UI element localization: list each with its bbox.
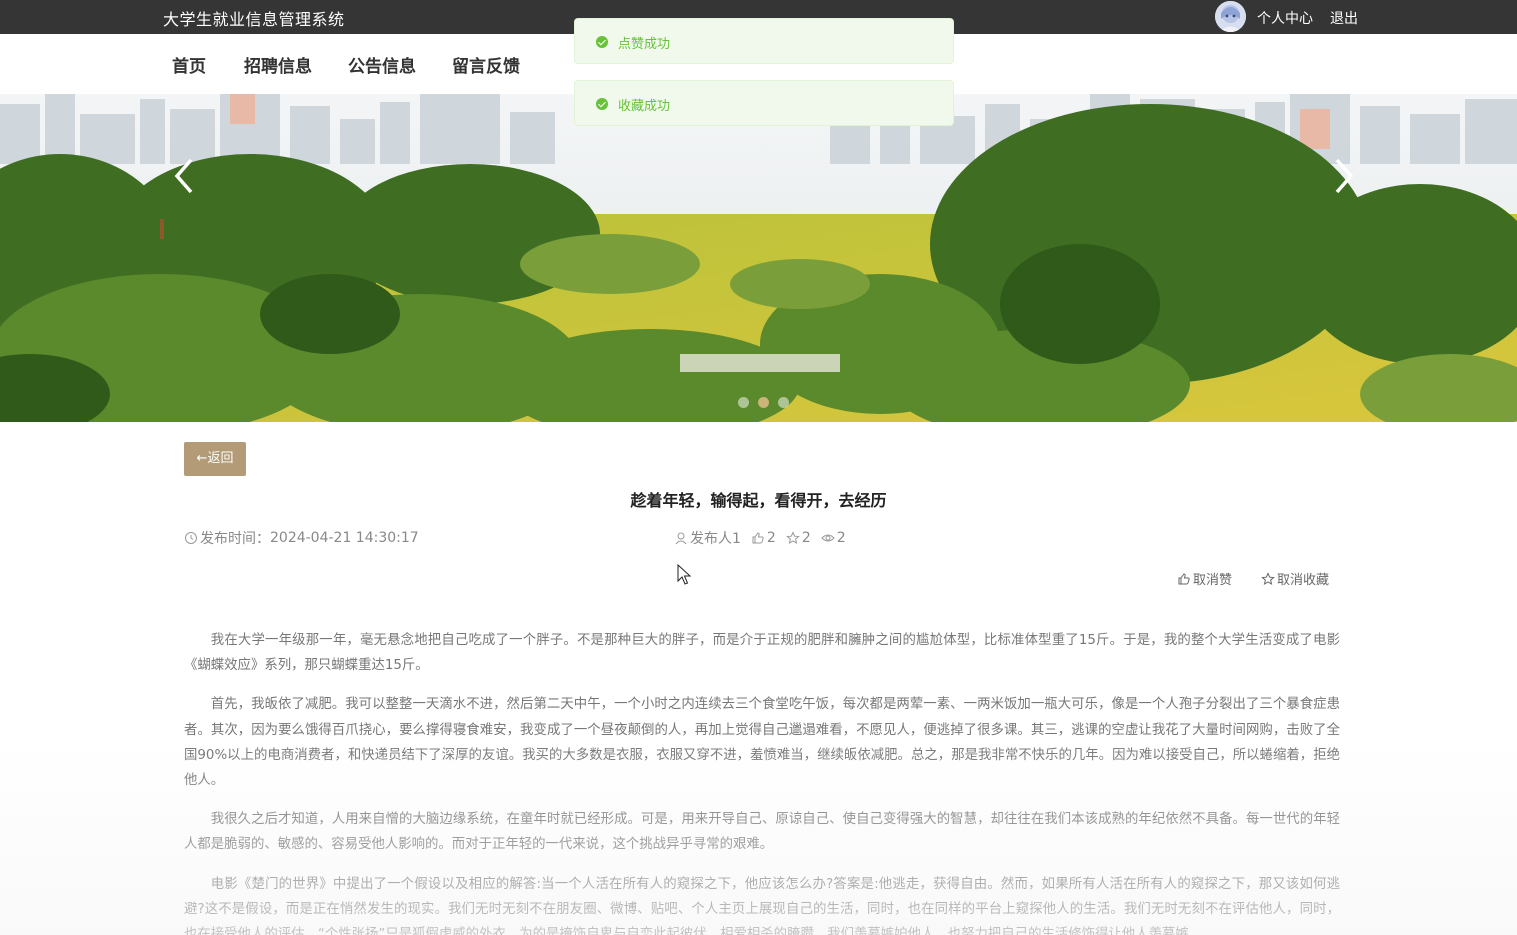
- carousel-prev-icon[interactable]: [171, 154, 201, 198]
- toast-message: 点赞成功: [618, 37, 671, 52]
- favorite-count: 2: [801, 530, 811, 546]
- author-name: 发布人1: [690, 531, 741, 547]
- article-paragraph: 我在大学一年级那一年，毫无悬念地把自己吃成了一个胖子。不是那种巨大的胖子，而是介…: [184, 633, 1340, 674]
- unlike-label: 取消赞: [1193, 573, 1233, 588]
- like-count: 2: [766, 530, 776, 546]
- unlike-button[interactable]: 取消赞: [1177, 569, 1232, 588]
- thumbs-up-icon: [752, 532, 764, 544]
- user-avatar[interactable]: [1215, 1, 1246, 32]
- mouse-cursor-icon: [677, 564, 691, 585]
- back-button[interactable]: ←返回: [184, 442, 246, 476]
- user-icon: [675, 532, 687, 545]
- toast-favorite-success: 收藏成功: [574, 80, 954, 126]
- back-button-label: 返回: [207, 451, 234, 466]
- nav-item-announcements[interactable]: 公告信息: [348, 52, 416, 77]
- star-icon: [786, 531, 800, 545]
- publish-label: 发布时间：: [200, 531, 270, 547]
- arrow-left-icon: ←: [196, 451, 208, 466]
- carousel-dot[interactable]: [778, 397, 789, 408]
- article-title: 趁着年轻，输得起，看得开，去经历: [630, 491, 887, 510]
- success-check-icon: [596, 98, 608, 110]
- publish-info: 发布时间： 2024-04-21 14:30:17: [184, 528, 419, 548]
- view-count: 2: [836, 530, 846, 546]
- logout-link[interactable]: 退出: [1330, 8, 1358, 28]
- banner-carousel: [0, 94, 1517, 422]
- unfavorite-button[interactable]: 取消收藏: [1261, 569, 1329, 588]
- nav-item-feedback[interactable]: 留言反馈: [452, 52, 520, 77]
- unfavorite-label: 取消收藏: [1277, 573, 1330, 588]
- article-paragraph: 电影《楚门的世界》中提出了一个假设以及相应的解答:当一个人活在所有人的窥探之下，…: [184, 876, 1340, 935]
- carousel-next-icon[interactable]: [1327, 154, 1357, 198]
- article-paragraph: 首先，我皈依了减肥。我可以整整一天滴水不进，然后第二天中午，一个小时之内连续去三…: [184, 697, 1340, 789]
- banner-image: [0, 94, 1517, 422]
- nav-item-home[interactable]: 首页: [172, 52, 206, 77]
- site-title: 大学生就业信息管理系统: [163, 10, 345, 29]
- carousel-dot-active[interactable]: [758, 397, 769, 408]
- article-content: 我在大学一年级那一年，毫无悬念地把自己吃成了一个胖子。不是那种巨大的胖子，而是介…: [184, 628, 1340, 935]
- toast-like-success: 点赞成功: [574, 18, 954, 64]
- clock-icon: [185, 532, 197, 544]
- eye-icon: [821, 534, 835, 542]
- publish-time: 2024-04-21 14:30:17: [270, 530, 419, 546]
- thumbs-up-icon: [1178, 572, 1190, 584]
- success-check-icon: [596, 36, 608, 48]
- article-paragraph: 我很久之后才知道，人用来自憎的大脑边缘系统，在童年时就已经形成。可是，用来开导自…: [184, 812, 1340, 853]
- article-stats: 发布人1 2 2 2: [674, 528, 846, 548]
- toast-message: 收藏成功: [618, 99, 671, 114]
- carousel-dot[interactable]: [738, 397, 749, 408]
- star-icon: [1261, 571, 1275, 585]
- nav-item-jobs[interactable]: 招聘信息: [244, 52, 312, 77]
- user-center-link[interactable]: 个人中心: [1257, 8, 1313, 28]
